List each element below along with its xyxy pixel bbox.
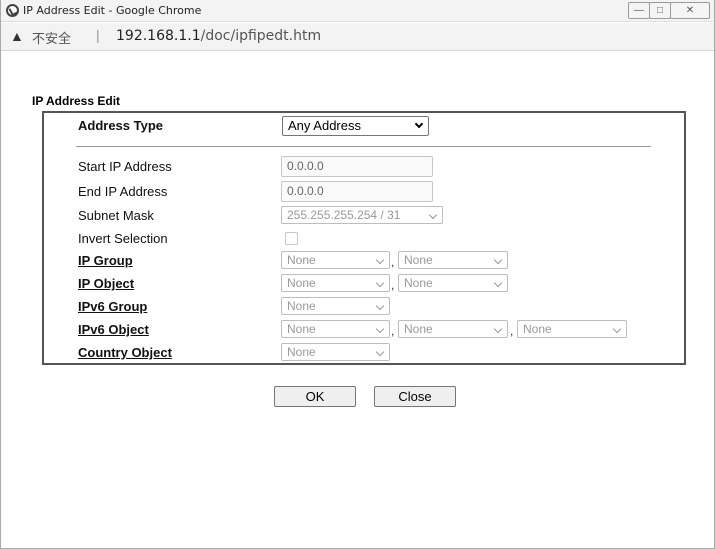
ipv6-object-select-2[interactable]: None (398, 320, 508, 338)
maximize-button[interactable]: □ (649, 2, 671, 19)
start-ip-label: Start IP Address (78, 159, 172, 174)
minimize-button[interactable]: — (628, 2, 650, 19)
ip-object-select-1[interactable]: None (281, 274, 390, 292)
comma: , (510, 324, 514, 338)
ok-button[interactable]: OK (274, 386, 356, 407)
chevron-down-icon (375, 301, 385, 311)
country-object-link[interactable]: Country Object (78, 345, 172, 360)
address-bar[interactable]: ▲ 不安全 | 192.168.1.1/doc/ipfipedt.htm (1, 23, 714, 51)
chevron-down-icon (428, 210, 438, 220)
invert-selection-label: Invert Selection (78, 231, 168, 246)
ip-group-value-1: None (287, 253, 316, 267)
comma: , (391, 255, 395, 269)
chevron-down-icon (375, 255, 385, 265)
url-text[interactable]: 192.168.1.1/doc/ipfipedt.htm (116, 28, 321, 44)
ip-group-select-2[interactable]: None (398, 251, 508, 269)
ip-group-select-1[interactable]: None (281, 251, 390, 269)
comma: , (391, 324, 395, 338)
ip-object-value-1: None (287, 276, 316, 290)
end-ip-input[interactable]: 0.0.0.0 (281, 181, 433, 202)
ip-object-select-2[interactable]: None (398, 274, 508, 292)
chevron-down-icon (375, 278, 385, 288)
window-title: IP Address Edit - Google Chrome (23, 4, 202, 17)
country-object-select[interactable]: None (281, 343, 390, 361)
insecure-label[interactable]: 不安全 (32, 28, 71, 47)
ip-object-link[interactable]: IP Object (78, 276, 134, 291)
ip-group-value-2: None (404, 253, 433, 267)
subnet-mask-select[interactable]: 255.255.255.254 / 31 (281, 206, 443, 224)
ipv6-group-link[interactable]: IPv6 Group (78, 299, 147, 314)
ipv6-object-link[interactable]: IPv6 Object (78, 322, 149, 337)
url-host: 192.168.1.1 (116, 28, 201, 44)
url-path: /doc/ipfipedt.htm (200, 28, 322, 44)
ipv6-object-value-3: None (523, 322, 552, 336)
chevron-down-icon (612, 324, 622, 334)
window-controls: — □ ✕ (628, 2, 710, 19)
close-button[interactable]: Close (374, 386, 456, 407)
address-type-label: Address Type (78, 118, 164, 133)
ipv6-object-value-1: None (287, 322, 316, 336)
end-ip-label: End IP Address (78, 184, 168, 199)
address-type-value: Any Address (288, 118, 361, 133)
chevron-down-icon (375, 324, 385, 334)
start-ip-input[interactable]: 0.0.0.0 (281, 156, 433, 177)
ip-group-link[interactable]: IP Group (78, 253, 133, 268)
chevron-down-icon (493, 324, 503, 334)
close-window-button[interactable]: ✕ (670, 2, 710, 19)
invert-selection-checkbox[interactable] (285, 232, 298, 245)
comma: , (391, 278, 395, 292)
ipv6-group-value: None (287, 299, 316, 313)
ipv6-object-value-2: None (404, 322, 433, 336)
address-type-select[interactable]: Any Address (282, 116, 429, 136)
ip-object-value-2: None (404, 276, 433, 290)
warning-icon[interactable]: ▲ (10, 28, 24, 44)
title-bar: IP Address Edit - Google Chrome — □ ✕ (1, 0, 714, 22)
ipv6-object-select-1[interactable]: None (281, 320, 390, 338)
ipv6-object-select-3[interactable]: None (517, 320, 627, 338)
chrome-icon (6, 4, 19, 17)
divider (76, 146, 651, 147)
ipv6-group-select[interactable]: None (281, 297, 390, 315)
subnet-mask-value: 255.255.255.254 / 31 (287, 208, 401, 222)
address-separator: | (96, 27, 100, 43)
chevron-down-icon (493, 255, 503, 265)
chevron-down-icon (375, 347, 385, 357)
page-title: IP Address Edit (32, 94, 121, 108)
country-object-value: None (287, 345, 316, 359)
subnet-mask-label: Subnet Mask (78, 208, 154, 223)
chevron-down-icon (414, 119, 424, 129)
chevron-down-icon (493, 278, 503, 288)
